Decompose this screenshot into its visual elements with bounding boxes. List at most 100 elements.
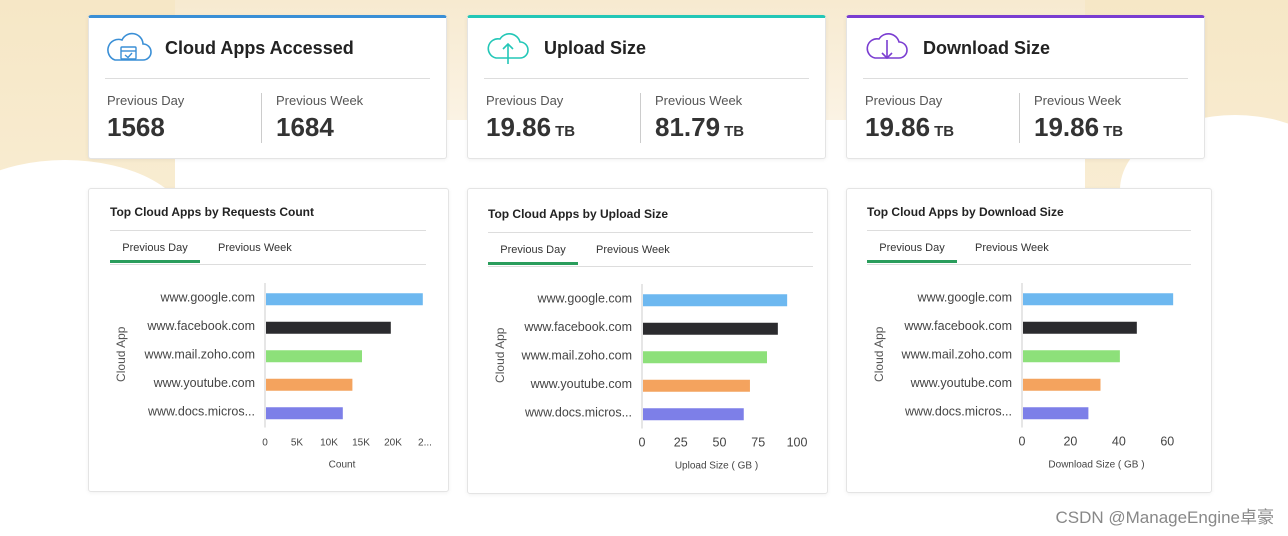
divider	[110, 230, 426, 231]
category-label: www.google.com	[160, 290, 256, 304]
tab-previous-week[interactable]: Previous Week	[975, 242, 1049, 260]
x-tick-label: 15K	[352, 438, 370, 449]
chart-tabs: Previous Day Previous Week	[488, 241, 813, 267]
stat-label: Previous Day	[486, 93, 564, 108]
x-tick-label: 0	[1019, 435, 1026, 449]
category-label: www.youtube.com	[153, 376, 255, 390]
stat-number: 19.86	[865, 112, 931, 142]
chart-card-requests-count: Top Cloud Apps by Requests Count Previou…	[88, 188, 449, 492]
summary-header: Download Size	[863, 18, 1188, 79]
category-label: www.facebook.com	[146, 319, 255, 333]
chart-title: Top Cloud Apps by Download Size	[867, 205, 1064, 219]
stat-number: 19.86	[1034, 112, 1100, 142]
cloud-calendar-icon	[107, 32, 152, 61]
stat-value: 1568	[107, 112, 261, 143]
stat-value: 1684	[276, 112, 430, 143]
tab-previous-day[interactable]: Previous Day	[867, 242, 957, 263]
chart-card-upload-size: Top Cloud Apps by Upload Size Previous D…	[467, 188, 828, 494]
x-tick-label: 100	[787, 436, 808, 450]
x-tick-label: 20	[1063, 435, 1077, 449]
stat-previous-day: Previous Day 19.86 TB	[484, 93, 640, 143]
stat-label: Previous Week	[655, 93, 743, 108]
chart-tabs: Previous Day Previous Week	[867, 239, 1191, 265]
bar	[1023, 293, 1174, 306]
stat-number: 19.86	[486, 112, 552, 142]
tab-previous-day[interactable]: Previous Day	[488, 244, 578, 265]
x-axis-label: Count	[329, 460, 356, 471]
category-label: www.docs.micros...	[524, 405, 632, 419]
x-tick-label: 50	[713, 436, 727, 450]
divider	[488, 232, 813, 233]
stat-label: Previous Week	[276, 93, 364, 108]
bar	[1023, 378, 1101, 391]
category-label: www.youtube.com	[530, 377, 632, 391]
stat-unit: TB	[724, 123, 745, 140]
summary-title: Download Size	[923, 37, 1051, 58]
stat-value: 19.86 TB	[1034, 112, 1188, 143]
y-axis-label: Cloud App	[872, 326, 886, 382]
y-axis-label: Cloud App	[493, 327, 507, 383]
stat-value: 81.79 TB	[655, 112, 809, 143]
category-label: www.youtube.com	[910, 376, 1012, 390]
bar	[643, 379, 750, 392]
stat-label: Previous Day	[865, 93, 943, 108]
x-tick-label: 0	[639, 436, 646, 450]
tab-previous-week[interactable]: Previous Week	[596, 244, 670, 262]
x-tick-label: 5K	[291, 438, 304, 449]
bar	[643, 294, 788, 307]
summary-header: Upload Size	[484, 18, 809, 79]
stat-previous-week: Previous Week 19.86 TB	[1019, 93, 1188, 143]
x-axis-label: Download Size ( GB )	[1048, 460, 1144, 471]
summary-card-upload-size: Upload Size Previous Day 19.86 TB Previou…	[467, 15, 826, 159]
stat-unit: TB	[934, 123, 955, 140]
stat-previous-day: Previous Day 19.86 TB	[863, 93, 1019, 143]
cloud-upload-icon	[487, 33, 529, 64]
bar	[1023, 350, 1120, 363]
stat-number: 1684	[276, 112, 334, 142]
x-tick-label: 2...	[418, 438, 432, 449]
stat-previous-week: Previous Week 81.79 TB	[640, 93, 809, 143]
y-axis-label: Cloud App	[114, 326, 128, 382]
summary-card-download-size: Download Size Previous Day 19.86 TB Previ…	[846, 15, 1205, 159]
stat-value: 19.86 TB	[486, 112, 640, 143]
x-tick-label: 25	[674, 436, 688, 450]
bar	[266, 350, 362, 363]
x-tick-label: 10K	[320, 438, 338, 449]
bar	[643, 408, 744, 421]
tab-previous-week[interactable]: Previous Week	[218, 242, 292, 260]
bar	[266, 407, 343, 420]
stat-previous-week: Previous Week 1684	[261, 93, 430, 143]
chart-title: Top Cloud Apps by Requests Count	[110, 205, 314, 219]
stat-unit: TB	[1103, 123, 1124, 140]
x-tick-label: 60	[1160, 435, 1174, 449]
bar-chart: Cloud App www.google.com www.facebook.com w…	[493, 284, 808, 472]
cloud-download-icon	[866, 33, 908, 60]
category-label: www.docs.micros...	[147, 404, 255, 418]
bar	[266, 378, 353, 391]
divider	[867, 230, 1191, 231]
tab-previous-day[interactable]: Previous Day	[110, 242, 200, 263]
category-label: www.google.com	[917, 290, 1013, 304]
category-label: www.docs.micros...	[904, 404, 1012, 418]
chart-title: Top Cloud Apps by Upload Size	[488, 207, 668, 221]
x-tick-label: 0	[262, 438, 268, 449]
category-label: www.mail.zoho.com	[521, 348, 632, 362]
summary-card-cloud-apps-accessed: Cloud Apps Accessed Previous Day 1568 Pr…	[88, 15, 447, 159]
x-tick-label: 40	[1112, 435, 1126, 449]
stat-unit: TB	[555, 123, 576, 140]
bar	[643, 351, 767, 364]
x-axis-label: Upload Size ( GB )	[675, 461, 758, 472]
bar-chart: Cloud App www.google.com www.facebook.com w…	[114, 283, 432, 471]
x-tick-label: 20K	[384, 438, 402, 449]
category-label: www.mail.zoho.com	[901, 347, 1012, 361]
category-label: www.google.com	[537, 291, 633, 305]
stat-label: Previous Week	[1034, 93, 1122, 108]
stat-label: Previous Day	[107, 93, 185, 108]
summary-header: Cloud Apps Accessed	[105, 18, 430, 79]
bar	[643, 322, 778, 335]
stat-number: 81.79	[655, 112, 721, 142]
bar	[1023, 407, 1089, 420]
summary-title: Upload Size	[544, 37, 647, 58]
chart-tabs: Previous Day Previous Week	[110, 239, 426, 265]
stat-number: 1568	[107, 112, 165, 142]
